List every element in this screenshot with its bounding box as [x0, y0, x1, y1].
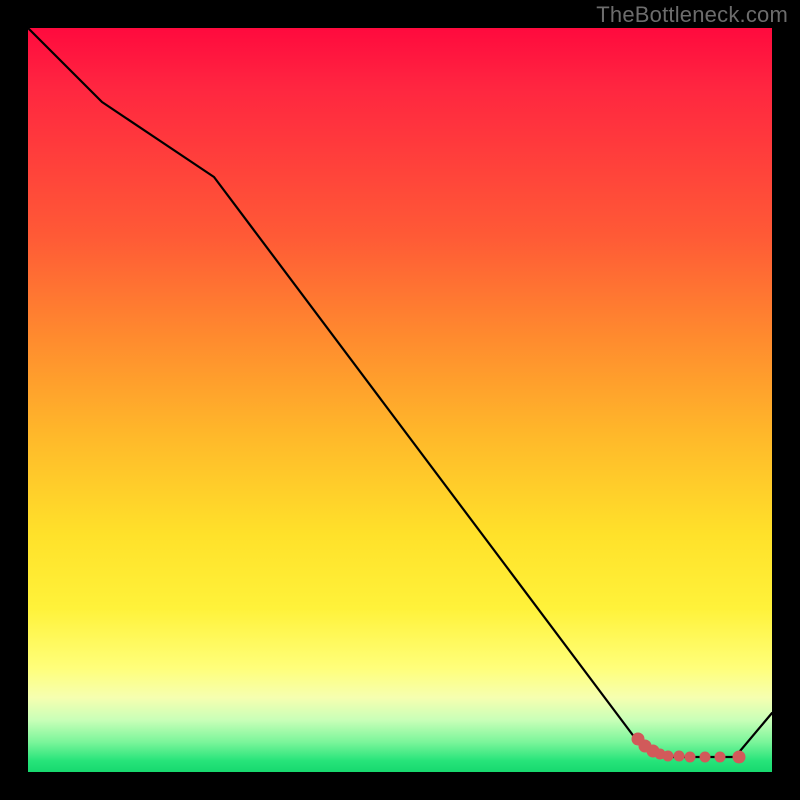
- chart-overlay: [28, 28, 772, 772]
- chart-stage: TheBottleneck.com: [0, 0, 800, 800]
- marker-cluster: [632, 733, 745, 763]
- series-curve: [28, 28, 772, 757]
- marker-dot: [685, 752, 695, 762]
- marker-dot: [715, 752, 725, 762]
- marker-dot: [663, 751, 673, 761]
- watermark-text: TheBottleneck.com: [596, 2, 788, 28]
- marker-dot: [674, 751, 684, 761]
- marker-dot: [700, 752, 710, 762]
- marker-dot: [733, 751, 745, 763]
